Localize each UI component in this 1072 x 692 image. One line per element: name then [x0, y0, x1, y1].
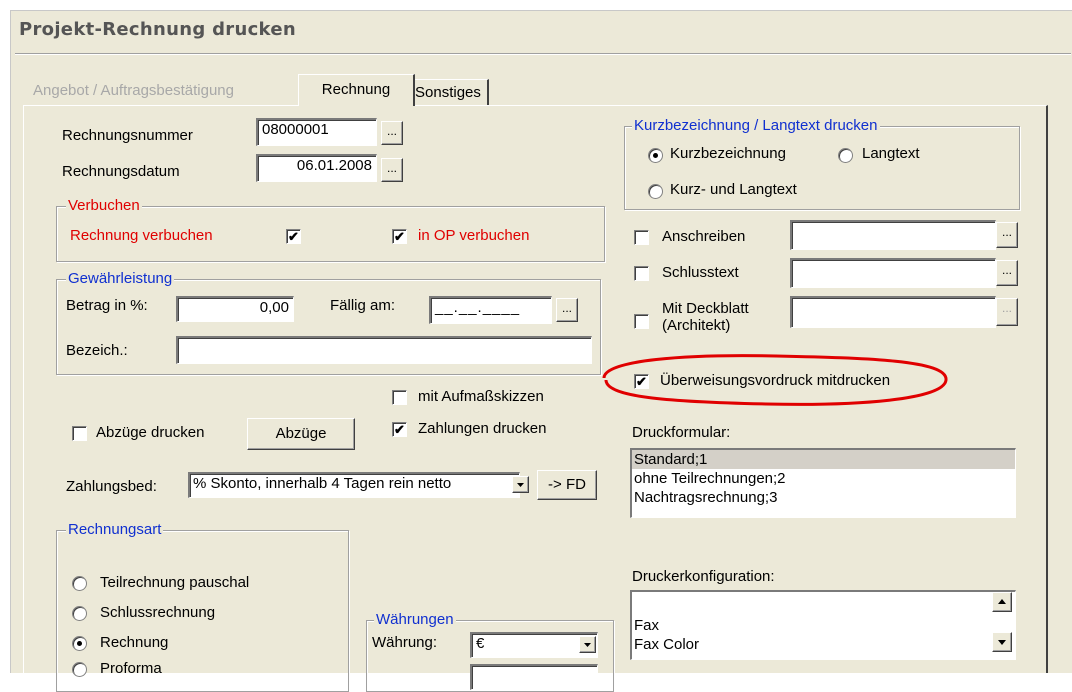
type-proforma-label: Proforma: [100, 660, 162, 677]
invoice-number-browse-button[interactable]: ...: [381, 121, 403, 145]
text-both-radio[interactable]: [648, 184, 663, 199]
payment-terms-label: Zahlungsbed:: [66, 478, 157, 495]
currency-legend: Währungen: [374, 611, 456, 628]
type-partial-radio[interactable]: [72, 576, 87, 591]
payments-label: Zahlungen drucken: [418, 420, 547, 437]
warranty-due-label: Fällig am:: [330, 297, 396, 314]
type-final-label: Schlussrechnung: [100, 604, 216, 621]
tab-angebot[interactable]: Angebot / Auftragsbestätigung: [27, 77, 240, 105]
currency-label: Währung:: [372, 634, 438, 651]
warranty-due-browse-button[interactable]: ...: [556, 298, 578, 322]
highlight-circle: [602, 354, 948, 406]
cover-letter-browse-button[interactable]: ...: [996, 222, 1018, 248]
print-form-item[interactable]: ohne Teilrechnungen;2: [632, 469, 1015, 488]
cover-letter-field[interactable]: [790, 220, 996, 250]
closing-text-label: Schlusstext: [662, 264, 739, 281]
closing-text-checkbox[interactable]: [634, 266, 649, 281]
payments-checkbox[interactable]: ✔: [392, 422, 407, 437]
invoice-number-field[interactable]: 08000001: [256, 118, 377, 146]
title-divider: [15, 53, 1071, 55]
fd-button[interactable]: -> FD: [537, 470, 597, 500]
closing-text-browse-button[interactable]: ...: [996, 260, 1018, 286]
print-form-item[interactable]: Standard;1: [632, 450, 1015, 469]
cover-sheet-checkbox[interactable]: [634, 314, 649, 329]
invoice-date-field[interactable]: 06.01.2008: [256, 154, 377, 182]
sketches-label: mit Aufmaßskizzen: [418, 388, 544, 405]
window-title: Projekt-Rechnung drucken: [19, 19, 296, 40]
warranty-desc-label: Bezeich.:: [66, 342, 128, 359]
printer-config-label: Druckerkonfiguration:: [632, 568, 775, 585]
closing-text-field[interactable]: [790, 258, 996, 288]
text-both-label: Kurz- und Langtext: [670, 181, 797, 198]
warranty-amount-field[interactable]: 0,00: [176, 296, 294, 322]
type-invoice-radio[interactable]: [72, 636, 87, 651]
text-print-legend: Kurzbezeichnung / Langtext drucken: [632, 117, 880, 134]
printer-config-item[interactable]: Fax Color: [632, 635, 1015, 654]
cover-sheet-browse-button[interactable]: ...: [996, 298, 1018, 326]
text-long-label: Langtext: [862, 145, 920, 162]
type-invoice-label: Rechnung: [100, 634, 169, 651]
currency-dropdown-icon[interactable]: [579, 636, 596, 653]
print-form-item[interactable]: Nachtragsrechnung;3: [632, 488, 1015, 507]
print-form-list: Standard;1 ohne Teilrechnungen;2 Nachtra…: [630, 448, 1016, 518]
cover-sheet-field[interactable]: [790, 296, 996, 328]
scroll-up-icon[interactable]: [992, 592, 1012, 612]
type-proforma-radio[interactable]: [72, 662, 87, 677]
op-post-label: in OP verbuchen: [418, 227, 530, 244]
op-post-checkbox[interactable]: ✔: [392, 229, 407, 244]
invoice-post-checkbox[interactable]: ✔: [286, 229, 301, 244]
invoice-date-label: Rechnungsdatum: [62, 163, 180, 180]
currency-field-2[interactable]: [470, 664, 598, 690]
verbuchen-legend: Verbuchen: [66, 197, 142, 214]
printer-config-list: Fax Fax Color: [630, 590, 1016, 660]
tab-sonstiges[interactable]: Sonstiges: [408, 79, 489, 106]
warranty-amount-label: Betrag in %:: [66, 297, 148, 314]
sketches-checkbox[interactable]: [392, 390, 407, 405]
printer-config-item[interactable]: Fax: [632, 616, 1015, 635]
invoice-number-label: Rechnungsnummer: [62, 127, 193, 144]
text-long-radio[interactable]: [838, 148, 853, 163]
cover-letter-label: Anschreiben: [662, 228, 746, 245]
deductions-label: Abzüge drucken: [96, 424, 205, 441]
invoice-date-browse-button[interactable]: ...: [381, 158, 403, 182]
type-final-radio[interactable]: [72, 606, 87, 621]
invoice-type-legend: Rechnungsart: [66, 521, 164, 538]
scroll-down-icon[interactable]: [992, 632, 1012, 652]
invoice-post-label: Rechnung verbuchen: [70, 227, 213, 244]
cover-letter-checkbox[interactable]: [634, 230, 649, 245]
warranty-due-field[interactable]: __.__.____: [429, 296, 552, 324]
text-short-label: Kurzbezeichnung: [670, 145, 786, 162]
print-form-label: Druckformular:: [632, 424, 731, 441]
tab-rechnung[interactable]: Rechnung: [298, 74, 415, 106]
deductions-button[interactable]: Abzüge: [247, 418, 355, 450]
type-partial-label: Teilrechnung pauschal: [100, 574, 250, 591]
deductions-checkbox[interactable]: [72, 426, 87, 441]
warranty-desc-field[interactable]: [176, 336, 592, 364]
text-short-radio[interactable]: [648, 148, 663, 163]
cover-sheet-label: Mit Deckblatt (Architekt): [662, 300, 749, 334]
warranty-legend: Gewährleistung: [66, 270, 175, 287]
payment-terms-dropdown-icon[interactable]: [512, 476, 529, 493]
payment-terms-select[interactable]: % Skonto, innerhalb 4 Tagen rein netto: [188, 472, 520, 498]
